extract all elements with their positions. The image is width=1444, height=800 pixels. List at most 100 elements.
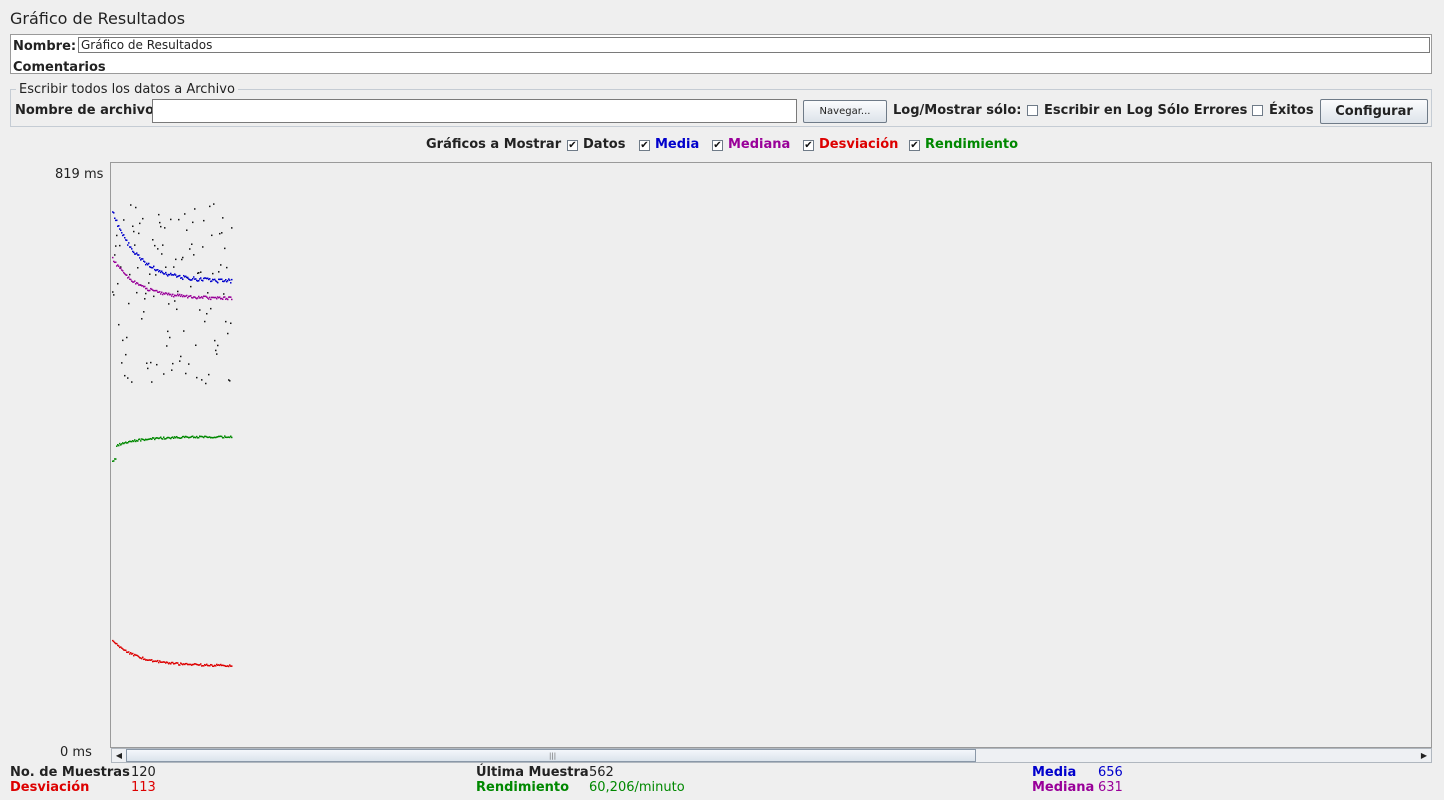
data-point (231, 227, 233, 229)
throughput-point (116, 445, 118, 447)
median-point (160, 293, 162, 295)
median-point (130, 278, 132, 281)
median-point (210, 298, 212, 301)
mean-point (139, 257, 141, 259)
mean-point (138, 254, 140, 256)
median-point (198, 295, 200, 298)
median-point (190, 295, 192, 297)
median-point (181, 294, 183, 296)
data-point (177, 290, 179, 293)
throughput-point (198, 436, 200, 439)
deviation-point (125, 649, 127, 652)
mean-point (165, 271, 167, 274)
data-point (121, 362, 123, 364)
data-point (208, 373, 210, 376)
data-point (229, 380, 231, 382)
median-point (159, 291, 161, 293)
throughput-label: Rendimiento (476, 780, 570, 795)
scroll-left-arrow-icon[interactable]: ◀ (112, 749, 126, 762)
throughput-point (113, 460, 115, 462)
data-point (198, 272, 200, 274)
data-point (203, 219, 205, 222)
toggle-rendimiento-checkbox[interactable]: ✔ (909, 140, 920, 151)
data-point (180, 355, 182, 358)
graph-scrollbar[interactable]: ◀ ||| ▶ (111, 748, 1432, 763)
deviation-point (177, 662, 179, 664)
mean-point (231, 278, 233, 281)
median-point (146, 287, 148, 290)
data-point (193, 254, 195, 256)
data-point (141, 318, 143, 320)
data-point (164, 227, 166, 229)
mean-point (123, 234, 125, 236)
filename-label: Nombre de archivo (15, 103, 155, 118)
data-point (215, 349, 217, 352)
toggle-mediana-checkbox[interactable]: ✔ (712, 140, 723, 151)
deviation-point (215, 665, 217, 667)
scroll-right-arrow-icon[interactable]: ▶ (1417, 749, 1431, 762)
mean-point (127, 244, 129, 246)
data-point (230, 322, 232, 325)
median-point (202, 297, 204, 299)
mean-point (214, 278, 216, 281)
filename-input[interactable] (152, 99, 797, 123)
data-point (143, 311, 145, 313)
name-input[interactable]: Gráfico de Resultados (78, 37, 1430, 53)
data-point (146, 362, 148, 364)
successes-checkbox[interactable] (1252, 105, 1263, 116)
median-point (216, 297, 218, 300)
data-point (189, 248, 191, 250)
data-point (139, 222, 141, 225)
deviation-point (116, 642, 118, 645)
toggle-desviacion-checkbox[interactable]: ✔ (803, 140, 814, 151)
mean-point (120, 229, 122, 232)
toggle-media-checkbox[interactable]: ✔ (639, 140, 650, 151)
toggle-desviacion-label: Desviación (819, 137, 899, 152)
toggle-datos-checkbox[interactable]: ✔ (567, 140, 578, 151)
mean-value: 656 (1098, 765, 1123, 780)
median-value: 631 (1098, 780, 1123, 795)
mean-point (192, 277, 194, 280)
scrollbar-thumb[interactable]: ||| (126, 749, 976, 762)
mean-point (126, 239, 128, 242)
throughput-point (137, 440, 139, 442)
browse-button[interactable]: Navegar... (803, 100, 887, 123)
mean-point (217, 281, 219, 284)
deviation-point (157, 659, 159, 662)
samples-label: No. de Muestras (10, 765, 130, 780)
data-point (125, 353, 127, 356)
data-point (223, 293, 225, 295)
data-point (155, 274, 157, 276)
mean-point (227, 279, 229, 282)
data-point (174, 300, 176, 302)
median-point (177, 293, 179, 296)
configure-button[interactable]: Configurar (1320, 99, 1428, 124)
deviation-point (228, 665, 230, 668)
data-point (210, 307, 212, 310)
data-point (195, 344, 197, 347)
median-point (173, 295, 175, 298)
mean-point (200, 277, 202, 279)
data-point (219, 232, 221, 235)
data-point (182, 256, 184, 259)
mean-point (152, 266, 154, 269)
deviation-label: Desviación (10, 780, 90, 795)
throughput-point (173, 437, 175, 440)
data-point (186, 229, 188, 231)
errors-only-checkbox[interactable] (1027, 105, 1038, 116)
graphs-to-show-label: Gráficos a Mostrar (426, 137, 562, 152)
errors-only-label: Escribir en Log Sólo Errores (1044, 103, 1248, 118)
throughput-point (115, 458, 117, 460)
median-point (120, 267, 122, 270)
comments-label: Comentarios (13, 60, 106, 75)
y-axis-max-label: 819 ms (55, 167, 104, 182)
throughput-point (192, 435, 194, 438)
data-point (216, 353, 218, 355)
median-point (118, 265, 120, 268)
deviation-point (132, 652, 134, 655)
deviation-point (231, 665, 233, 667)
data-point (136, 291, 138, 294)
median-point (180, 295, 182, 298)
median-point (176, 294, 178, 297)
deviation-point (200, 663, 202, 665)
